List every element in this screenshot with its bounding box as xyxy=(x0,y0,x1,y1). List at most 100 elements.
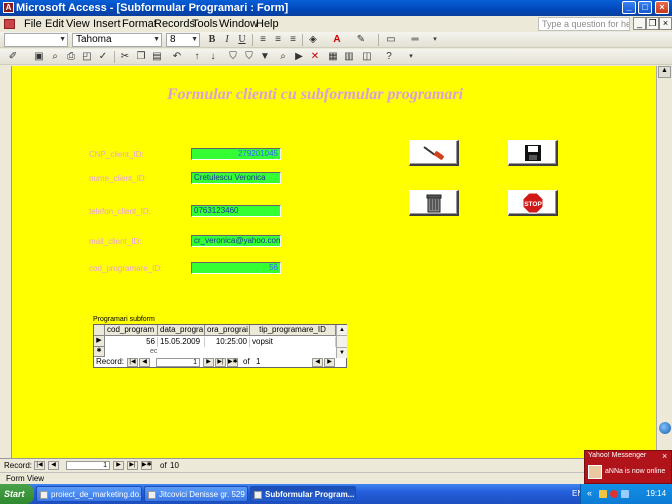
first-record-button[interactable]: |◀ xyxy=(34,461,45,470)
menu-format[interactable]: Format xyxy=(122,18,157,30)
subform-scroll-right[interactable]: ▶ xyxy=(324,358,335,367)
prev-record-button[interactable]: ◀ xyxy=(48,461,59,470)
save-record-button[interactable] xyxy=(508,140,558,166)
tray-messenger-icon[interactable] xyxy=(599,490,607,498)
stop-button[interactable]: STOP xyxy=(508,190,558,216)
subform-scroll-down[interactable]: ▼ xyxy=(337,347,347,358)
cell-data-programare[interactable]: 15.05.2009 xyxy=(158,337,205,347)
subform-prev-record-button[interactable]: ◀ xyxy=(139,358,150,367)
border-style-icon[interactable]: ▭ xyxy=(384,33,398,47)
menu-edit[interactable]: Edit xyxy=(45,18,64,30)
menu-records[interactable]: Records xyxy=(154,18,195,30)
col-header-cod-program[interactable]: cod_program xyxy=(105,325,158,336)
new-record-indicator[interactable]: ✱ xyxy=(94,347,105,357)
record-selector-bar[interactable] xyxy=(0,66,12,458)
field-cod-programare[interactable]: 56 xyxy=(191,262,281,274)
cell-cod-program[interactable]: 56 xyxy=(105,337,158,347)
sort-ascending-icon[interactable]: ↑ xyxy=(190,50,204,64)
help-search-input[interactable]: Type a question for help xyxy=(538,17,630,31)
paste-icon[interactable]: ▤ xyxy=(150,50,164,64)
align-center-icon[interactable]: ≡ xyxy=(271,33,285,47)
properties-icon[interactable]: ▦ xyxy=(326,50,340,64)
access-app-icon[interactable]: A xyxy=(3,2,14,13)
field-telefon-client[interactable]: 0763123460 xyxy=(191,205,281,217)
database-window-icon[interactable]: ▥ xyxy=(342,50,356,64)
bold-button[interactable]: B xyxy=(205,33,219,47)
last-record-button[interactable]: ▶| xyxy=(127,461,138,470)
next-record-button[interactable]: ▶ xyxy=(113,461,124,470)
search-file-icon[interactable]: ⌕ xyxy=(48,50,62,64)
select-all-corner[interactable] xyxy=(94,325,105,336)
col-header-tip-programare[interactable]: tip_programare_ID xyxy=(250,325,336,336)
underline-button[interactable]: U xyxy=(235,33,249,47)
cell-ora-programare[interactable]: 10:25:00 xyxy=(205,337,250,347)
print-preview-icon[interactable]: ◰ xyxy=(80,50,94,64)
new-record-button[interactable]: ▶✱ xyxy=(141,461,152,470)
mdi-minimize-button[interactable]: _ xyxy=(633,17,646,30)
subform-next-record-button[interactable]: ▶ xyxy=(203,358,214,367)
copy-icon[interactable]: ❐ xyxy=(134,50,148,64)
subform-record-number-input[interactable]: 1 xyxy=(156,358,200,367)
office-assistant-icon[interactable]: ? xyxy=(382,50,396,64)
line-color-icon[interactable]: ✎ xyxy=(354,33,368,47)
current-record-indicator[interactable]: ▶ xyxy=(94,336,105,347)
yahoo-notification[interactable]: Yahoo! Messenger × aNNa is now online xyxy=(584,450,672,484)
form-icon[interactable] xyxy=(4,19,15,29)
field-cnp-client[interactable]: 279201045 xyxy=(191,148,281,160)
delete-record-button[interactable] xyxy=(409,190,459,216)
close-button[interactable]: × xyxy=(655,1,669,14)
taskbar-item-jitcovici[interactable]: Jitcovici Denisse gr. 529 ... xyxy=(144,486,248,502)
col-header-data-programare[interactable]: data_progra xyxy=(158,325,205,336)
cut-icon[interactable]: ✂ xyxy=(118,50,132,64)
undo-icon[interactable]: ↶ xyxy=(170,50,184,64)
delete-record-icon[interactable]: ✕ xyxy=(308,50,322,64)
subform-new-record-button[interactable]: ▶✱ xyxy=(227,358,238,367)
minimize-button[interactable]: _ xyxy=(622,1,636,14)
yahoo-close-icon[interactable]: × xyxy=(662,451,667,461)
subform-vertical-scrollbar[interactable]: ▲ ▼ xyxy=(336,325,347,358)
italic-button[interactable]: I xyxy=(220,33,234,47)
menu-help[interactable]: Help xyxy=(256,18,279,30)
font-color-icon[interactable]: A xyxy=(330,33,344,47)
new-object-icon[interactable]: ◫ xyxy=(360,50,374,64)
menu-insert[interactable]: Insert xyxy=(93,18,121,30)
menu-view[interactable]: View xyxy=(66,18,90,30)
font-size-combo[interactable]: 8 ▼ xyxy=(166,33,200,47)
subform-scroll-left[interactable]: ◀ xyxy=(312,358,323,367)
cell-tip-programare[interactable]: vopsit xyxy=(250,337,336,347)
fill-color-icon[interactable]: ◈ xyxy=(306,33,320,47)
find-icon[interactable]: ⌕ xyxy=(276,50,290,64)
object-combo[interactable]: ▼ xyxy=(4,33,68,47)
mdi-restore-button[interactable]: ❐ xyxy=(646,17,659,30)
maximize-button[interactable]: □ xyxy=(638,1,652,14)
toolbar-options-icon-2[interactable]: ▾ xyxy=(404,50,418,64)
filter-form-icon[interactable]: ⛉ xyxy=(242,50,256,64)
spelling-icon[interactable]: ✓ xyxy=(96,50,110,64)
tray-network-icon[interactable] xyxy=(621,490,629,498)
tray-expand-icon[interactable]: « xyxy=(587,488,592,498)
sort-descending-icon[interactable]: ↓ xyxy=(206,50,220,64)
filter-selection-icon[interactable]: ⛉ xyxy=(226,50,240,64)
align-right-icon[interactable]: ≡ xyxy=(286,33,300,47)
record-number-input[interactable]: 1 xyxy=(66,461,110,470)
vertical-scrollbar[interactable]: ▲ xyxy=(656,66,672,458)
menu-tools[interactable]: Tools xyxy=(192,18,218,30)
col-header-ora-programare[interactable]: ora_prograi xyxy=(205,325,250,336)
menu-file[interactable]: File xyxy=(24,18,42,30)
toolbar-options-icon[interactable]: ▾ xyxy=(428,33,442,47)
apply-filter-icon[interactable]: ▼ xyxy=(258,50,272,64)
field-nume-client[interactable]: Cretulescu Veronica xyxy=(191,172,281,184)
print-icon[interactable]: ⎙ xyxy=(64,50,78,64)
menu-window[interactable]: Window xyxy=(219,18,258,30)
taskbar-item-subformular[interactable]: Subformular Program... xyxy=(250,486,356,502)
font-name-combo[interactable]: Tahoma ▼ xyxy=(72,33,162,47)
save-icon[interactable]: ▣ xyxy=(32,50,46,64)
subform-scroll-up[interactable]: ▲ xyxy=(337,325,347,336)
taskbar-item-word-doc[interactable]: proiect_de_marketing.do... xyxy=(36,486,142,502)
scroll-up-button[interactable]: ▲ xyxy=(658,66,671,78)
start-button[interactable]: Start xyxy=(0,484,34,504)
align-left-icon[interactable]: ≡ xyxy=(256,33,270,47)
clock[interactable]: 19:14 xyxy=(646,489,666,498)
subform-first-record-button[interactable]: |◀ xyxy=(127,358,138,367)
edit-record-button[interactable] xyxy=(409,140,459,166)
